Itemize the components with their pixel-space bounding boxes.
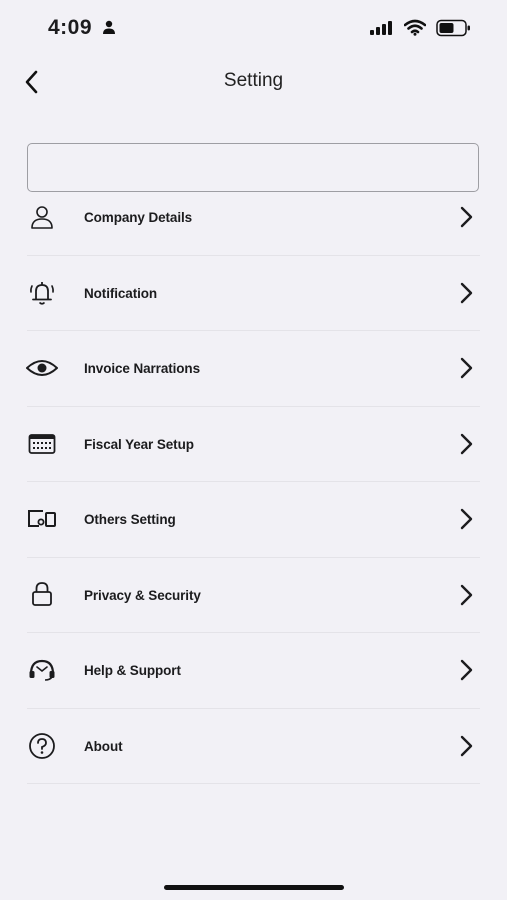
battery-icon [436, 19, 470, 37]
chevron-right-icon [460, 433, 473, 454]
eye-icon [25, 353, 59, 383]
menu-item-company-details[interactable]: Company Details [27, 180, 480, 256]
chevron-right-icon [460, 206, 473, 228]
support-icon [27, 655, 57, 685]
menu-item-label: Privacy & Security [84, 587, 201, 603]
menu-item-privacy-security[interactable]: Privacy & Security [27, 558, 480, 633]
menu-item-label: About [84, 738, 123, 754]
menu-item-label: Fiscal Year Setup [84, 436, 194, 452]
menu-item-help-support[interactable]: Help & Support [27, 633, 480, 709]
settings-menu: Company Details Notification Invoice Nar… [25, 180, 480, 784]
menu-item-fiscal-year-setup[interactable]: Fiscal Year Setup [27, 407, 480, 482]
chevron-right-icon [460, 735, 473, 756]
chevron-right-icon [460, 508, 473, 530]
calendar-icon [27, 429, 57, 459]
person-icon [27, 202, 57, 232]
question-icon [27, 731, 57, 761]
chevron-right-icon [460, 282, 473, 303]
menu-item-notification[interactable]: Notification [27, 256, 480, 331]
devices-icon [27, 504, 57, 534]
menu-item-others-setting[interactable]: Others Setting [27, 482, 480, 558]
status-time: 4:09 [48, 16, 93, 39]
menu-item-about[interactable]: About [27, 709, 480, 784]
home-indicator[interactable] [164, 885, 344, 890]
menu-item-label: Others Setting [84, 512, 176, 527]
menu-item-invoice-narrations[interactable]: Invoice Narrations [25, 331, 480, 407]
navigation-bar: Setting [0, 58, 507, 106]
wifi-icon [404, 19, 426, 36]
signal-icon [370, 21, 392, 35]
menu-item-label: Invoice Narrations [84, 361, 200, 376]
lock-icon [27, 579, 57, 609]
page-title: Setting [223, 70, 284, 91]
chevron-right-icon [460, 584, 473, 605]
person-icon [103, 20, 115, 34]
chevron-right-icon [460, 357, 473, 379]
menu-item-label: Company Details [84, 210, 193, 225]
menu-item-label: Help & Support [84, 663, 181, 678]
bell-icon [27, 278, 57, 308]
status-bar: 4:09 [0, 0, 507, 58]
menu-item-label: Notification [84, 285, 158, 301]
chevron-right-icon [460, 659, 473, 681]
